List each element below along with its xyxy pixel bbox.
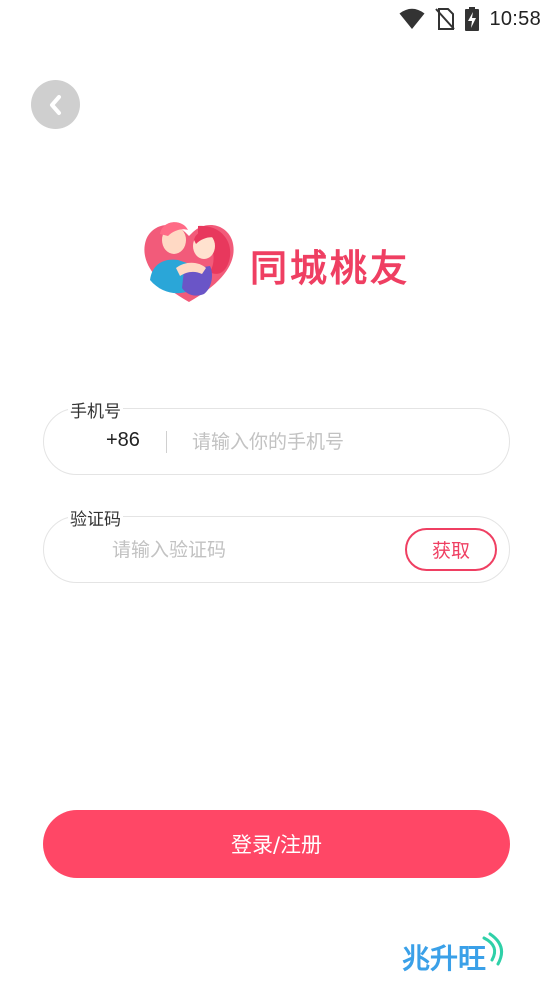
- watermark-text: 兆升旺: [402, 942, 486, 975]
- wifi-icon: [399, 8, 425, 29]
- code-label: 验证码: [68, 505, 123, 530]
- country-code-divider: [166, 431, 167, 453]
- watermark-logo: 兆升旺: [402, 932, 504, 975]
- battery-charging-icon: [465, 7, 480, 31]
- status-bar: 10:58: [0, 0, 553, 38]
- login-register-button[interactable]: 登录/注册: [43, 810, 510, 878]
- phone-label: 手机号: [68, 397, 123, 422]
- no-sim-icon: [435, 8, 456, 30]
- chevron-left-icon: [49, 94, 61, 115]
- status-icons: 10:58: [399, 6, 541, 32]
- status-time: 10:58: [489, 7, 541, 30]
- country-code[interactable]: +86: [106, 429, 140, 452]
- phone-input[interactable]: [192, 429, 492, 455]
- app-name: 同城桃友: [250, 246, 410, 290]
- couple-illustration-icon: [144, 222, 234, 302]
- app-logo: 同城桃友: [140, 210, 420, 306]
- get-code-button[interactable]: 获取: [405, 528, 497, 571]
- code-input[interactable]: [112, 537, 382, 563]
- back-button[interactable]: [31, 80, 80, 129]
